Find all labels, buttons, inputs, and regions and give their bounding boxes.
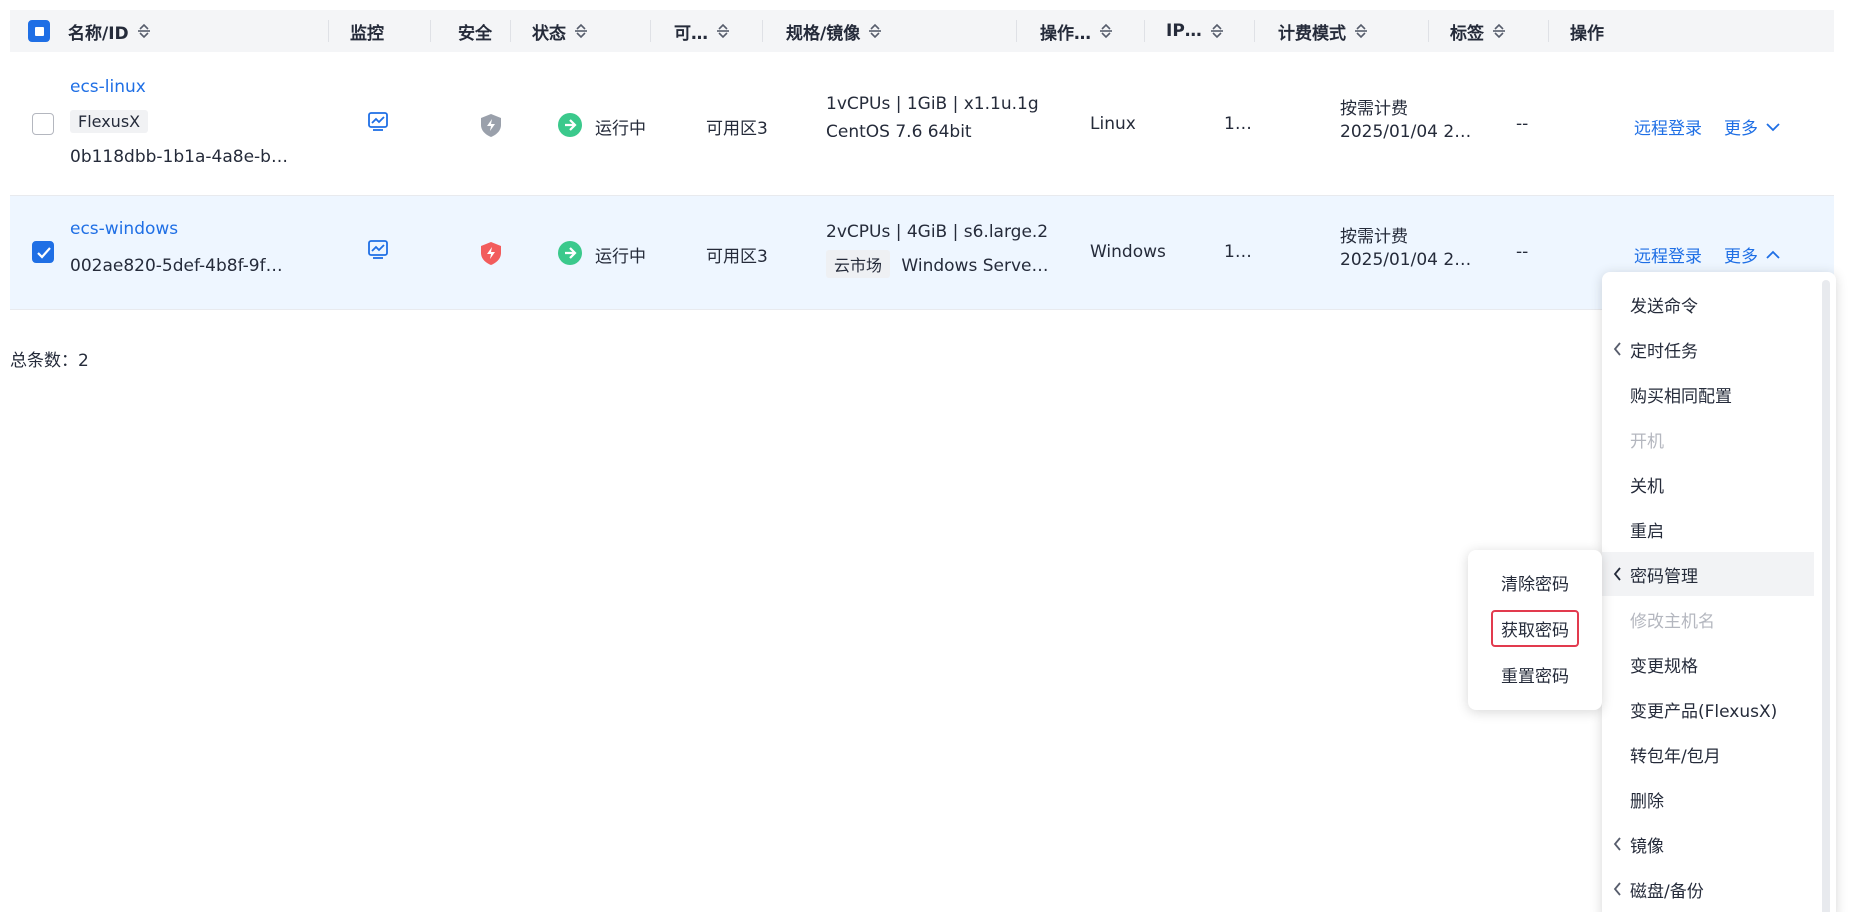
col-availability-zone[interactable]: 可… <box>674 10 730 52</box>
az-text: 可用区3 <box>706 247 768 267</box>
spec-text: 1vCPUs | 1GiB | x1.1u.1g <box>826 94 1039 114</box>
sort-icon[interactable] <box>1099 22 1113 40</box>
table-row: ecs-linux FlexusX 0b118dbb-1b1a-4a8e-b… … <box>10 52 1834 196</box>
chevron-left-icon <box>1613 837 1621 851</box>
created-time: 2025/01/04 2… <box>1340 250 1472 270</box>
remote-login-link[interactable]: 远程登录 <box>1634 114 1702 139</box>
chevron-left-icon <box>1613 882 1621 896</box>
menu-item-change-product[interactable]: 变更产品(FlexusX) <box>1602 687 1814 731</box>
az-text: 可用区3 <box>706 119 768 139</box>
sort-icon[interactable] <box>1354 22 1368 40</box>
table-header: 名称/ID 监控 安全 状态 可… 规格/镜像 操作… IP… 计费模式 标签 … <box>10 10 1834 52</box>
menu-item-image[interactable]: 镜像 <box>1602 822 1814 866</box>
menu-item-scheduled-task[interactable]: 定时任务 <box>1602 327 1814 371</box>
created-time: 2025/01/04 2… <box>1340 122 1472 142</box>
menu-item-buy-same[interactable]: 购买相同配置 <box>1602 372 1814 416</box>
menu-item-stop[interactable]: 关机 <box>1602 462 1814 506</box>
shield-alert-icon[interactable] <box>478 240 504 266</box>
menu-item-restart[interactable]: 重启 <box>1602 507 1814 551</box>
partial-check-icon <box>35 27 44 36</box>
product-tag: FlexusX <box>70 110 149 133</box>
billing-text: 按需计费 <box>1340 99 1408 119</box>
menu-item-password-management[interactable]: 密码管理 <box>1602 552 1814 596</box>
submenu-item-reset-password[interactable]: 重置密码 <box>1468 652 1602 696</box>
col-security: 安全 <box>458 23 492 44</box>
sort-icon[interactable] <box>574 22 588 40</box>
col-name-id[interactable]: 名称/ID <box>68 10 151 52</box>
chevron-up-icon <box>1766 250 1780 259</box>
status-text: 运行中 <box>595 247 646 267</box>
tags-text: -- <box>1516 242 1529 262</box>
os-text: Linux <box>1090 114 1136 134</box>
chevron-left-icon <box>1613 342 1621 356</box>
sort-icon[interactable] <box>1492 22 1506 40</box>
status-text: 运行中 <box>595 119 646 139</box>
menu-item-change-spec[interactable]: 变更规格 <box>1602 642 1814 686</box>
more-dropdown[interactable]: 更多 <box>1724 114 1780 139</box>
more-actions-menu: 发送命令 定时任务 购买相同配置 开机 关机 重启 密码管理 修改主机名 变更规… <box>1602 272 1836 912</box>
image-text: CentOS 7.6 64bit <box>826 122 972 142</box>
total-count: 总条数：2 <box>10 351 89 371</box>
sort-icon[interactable] <box>716 22 730 40</box>
sort-icon[interactable] <box>1210 22 1224 40</box>
remote-login-link[interactable]: 远程登录 <box>1634 242 1702 267</box>
col-monitor: 监控 <box>350 23 384 44</box>
col-spec-image[interactable]: 规格/镜像 <box>786 10 882 52</box>
row-checkbox[interactable] <box>32 241 54 263</box>
shield-icon[interactable] <box>478 112 504 138</box>
running-status-icon <box>558 241 582 265</box>
select-all-checkbox[interactable] <box>28 20 50 42</box>
col-actions: 操作 <box>1570 23 1604 44</box>
sort-icon[interactable] <box>868 22 882 40</box>
col-status[interactable]: 状态 <box>532 10 588 52</box>
chevron-left-icon <box>1613 567 1621 581</box>
ip-text[interactable]: 1… <box>1224 114 1252 134</box>
checkmark-icon <box>37 247 51 259</box>
col-os[interactable]: 操作… <box>1040 10 1113 52</box>
menu-item-convert-billing[interactable]: 转包年/包月 <box>1602 732 1814 776</box>
menu-item-send-command[interactable]: 发送命令 <box>1602 282 1814 326</box>
spec-text: 2vCPUs | 4GiB | s6.large.2 <box>826 222 1049 242</box>
table-row: ecs-windows 002ae820-5def-4b8f-9f… 运行中 可… <box>10 196 1834 310</box>
password-submenu: 清除密码 获取密码 重置密码 <box>1468 550 1602 710</box>
marketplace-tag: 云市场 <box>826 250 891 278</box>
instance-name-link[interactable]: ecs-windows <box>70 219 178 239</box>
chevron-down-icon <box>1766 122 1780 131</box>
instance-name-link[interactable]: ecs-linux <box>70 77 146 97</box>
submenu-item-get-password[interactable]: 获取密码 <box>1468 606 1602 650</box>
col-tags[interactable]: 标签 <box>1450 10 1506 52</box>
submenu-item-clear-password[interactable]: 清除密码 <box>1468 560 1602 604</box>
tags-text: -- <box>1516 114 1529 134</box>
ip-text[interactable]: 1… <box>1224 242 1252 262</box>
monitor-chart-icon[interactable] <box>367 110 389 132</box>
instance-id: 002ae820-5def-4b8f-9f… <box>70 256 283 276</box>
row-checkbox[interactable] <box>32 113 54 135</box>
menu-item-delete[interactable]: 删除 <box>1602 777 1814 821</box>
more-dropdown[interactable]: 更多 <box>1724 242 1780 267</box>
monitor-chart-icon[interactable] <box>367 238 389 260</box>
sort-icon[interactable] <box>137 22 151 40</box>
menu-item-disk-backup[interactable]: 磁盘/备份 <box>1602 867 1814 911</box>
menu-scrollbar[interactable] <box>1822 280 1830 912</box>
menu-item-start: 开机 <box>1630 431 1664 452</box>
menu-item-rename-host: 修改主机名 <box>1630 611 1715 632</box>
instance-id: 0b118dbb-1b1a-4a8e-b… <box>70 147 288 167</box>
col-billing[interactable]: 计费模式 <box>1278 10 1368 52</box>
running-status-icon <box>558 113 582 137</box>
col-ip[interactable]: IP… <box>1166 10 1224 52</box>
billing-text: 按需计费 <box>1340 227 1408 247</box>
os-text: Windows <box>1090 242 1166 262</box>
image-text: Windows Serve… <box>901 256 1049 276</box>
